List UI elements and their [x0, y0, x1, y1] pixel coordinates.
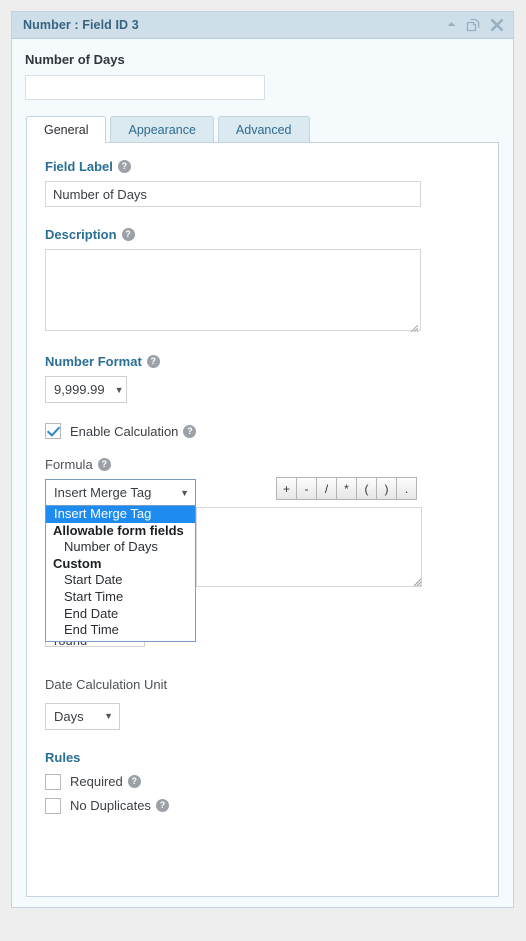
merge-tag-select-wrap: Insert Merge Tag ▼ Insert Merge Tag Allo… [45, 479, 196, 642]
help-icon[interactable]: ? [121, 228, 135, 241]
help-icon[interactable]: ? [155, 799, 169, 812]
operator-divide-button[interactable]: / [316, 477, 337, 500]
chevron-down-icon: ▼ [114, 384, 124, 395]
formula-row: Insert Merge Tag ▼ Insert Merge Tag Allo… [45, 477, 480, 642]
tab-appearance[interactable]: Appearance [110, 116, 214, 142]
dropdown-option-insert-merge-tag[interactable]: Insert Merge Tag [46, 506, 195, 523]
number-format-label: Number Format ? [45, 354, 480, 369]
formula-textarea[interactable] [196, 507, 422, 587]
duplicate-icon[interactable] [466, 18, 481, 33]
collapse-icon[interactable] [446, 19, 457, 31]
field-settings-panel: Number : Field ID 3 Number of Days Gener… [11, 11, 514, 908]
enable-calculation-row[interactable]: Enable Calculation ? [45, 423, 480, 439]
general-tab-panel: Field Label ? Description ? Number Forma… [26, 142, 499, 897]
tab-advanced[interactable]: Advanced [217, 116, 310, 142]
dropdown-option-end-date[interactable]: End Date [46, 606, 195, 623]
dropdown-option-start-time[interactable]: Start Time [46, 589, 195, 606]
rule-required-row[interactable]: Required ? [45, 773, 480, 790]
operator-open-paren-button[interactable]: ( [356, 477, 377, 500]
number-format-select[interactable]: 9,999.99 ▼ [45, 376, 127, 403]
field-label-input[interactable] [45, 181, 421, 207]
dropdown-option-start-date[interactable]: Start Date [46, 572, 195, 589]
chevron-down-icon: ▼ [180, 487, 189, 498]
formula-operator-buttons: + - / * ( ) . [276, 477, 417, 500]
description-label-text: Description [45, 227, 117, 242]
merge-tag-select[interactable]: Insert Merge Tag ▼ [45, 479, 196, 506]
help-icon[interactable]: ? [146, 355, 160, 368]
rules-heading-text: Rules [45, 749, 81, 765]
number-format-label-text: Number Format [45, 354, 142, 369]
field-label-label: Field Label ? [45, 159, 480, 174]
settings-tabs: General Appearance Advanced [12, 116, 513, 143]
required-label: Required ? [70, 774, 141, 789]
operator-decimal-button[interactable]: . [396, 477, 417, 500]
dropdown-option-number-of-days[interactable]: Number of Days [46, 539, 195, 556]
field-label-text: Field Label [45, 159, 113, 174]
no-duplicates-label: No Duplicates ? [70, 798, 169, 813]
chevron-down-icon: ▼ [104, 711, 113, 721]
date-calculation-unit-label: Date Calculation Unit [45, 677, 480, 692]
date-calculation-unit-value: Days [54, 708, 84, 724]
description-textarea[interactable] [45, 249, 421, 331]
help-icon[interactable]: ? [117, 160, 131, 173]
enable-calculation-checkbox[interactable] [45, 423, 61, 439]
preview-number-input[interactable] [25, 75, 265, 100]
no-duplicates-checkbox[interactable] [45, 797, 61, 814]
operator-close-paren-button[interactable]: ) [376, 477, 397, 500]
merge-tag-value: Insert Merge Tag [54, 485, 152, 500]
dropdown-group-custom: Custom [53, 555, 102, 571]
formula-label-text: Formula [45, 457, 93, 472]
help-icon[interactable]: ? [127, 775, 141, 788]
header-icon-group [446, 18, 504, 33]
panel-header: Number : Field ID 3 [12, 12, 513, 39]
enable-calculation-label: Enable Calculation ? [70, 423, 197, 439]
no-duplicates-label-text: No Duplicates [70, 798, 151, 813]
operator-plus-button[interactable]: + [276, 477, 297, 500]
merge-tag-dropdown[interactable]: Insert Merge Tag Allowable form fields N… [45, 506, 196, 642]
panel-title: Number : Field ID 3 [23, 18, 139, 32]
enable-calculation-label-text: Enable Calculation [70, 423, 179, 439]
rules-heading: Rules [45, 750, 480, 765]
field-preview: Number of Days [12, 39, 513, 116]
help-icon[interactable]: ? [183, 424, 197, 438]
number-format-value: 9,999.99 [54, 382, 105, 397]
dropdown-option-end-time[interactable]: End Time [46, 622, 195, 639]
required-label-text: Required [70, 774, 123, 789]
operator-multiply-button[interactable]: * [336, 477, 357, 500]
rule-no-duplicates-row[interactable]: No Duplicates ? [45, 797, 480, 814]
date-calculation-unit-label-text: Date Calculation Unit [45, 676, 168, 692]
required-checkbox[interactable] [45, 773, 61, 790]
preview-field-label: Number of Days [25, 52, 125, 67]
tab-general[interactable]: General [26, 116, 107, 143]
date-calculation-unit-select[interactable]: Days ▼ [45, 702, 120, 730]
close-icon[interactable] [490, 18, 504, 32]
dropdown-group-allowable-form-fields: Allowable form fields [53, 522, 184, 538]
help-icon[interactable]: ? [97, 458, 111, 471]
description-label: Description ? [45, 227, 480, 242]
formula-label: Formula ? [45, 457, 480, 472]
operator-minus-button[interactable]: - [296, 477, 317, 500]
